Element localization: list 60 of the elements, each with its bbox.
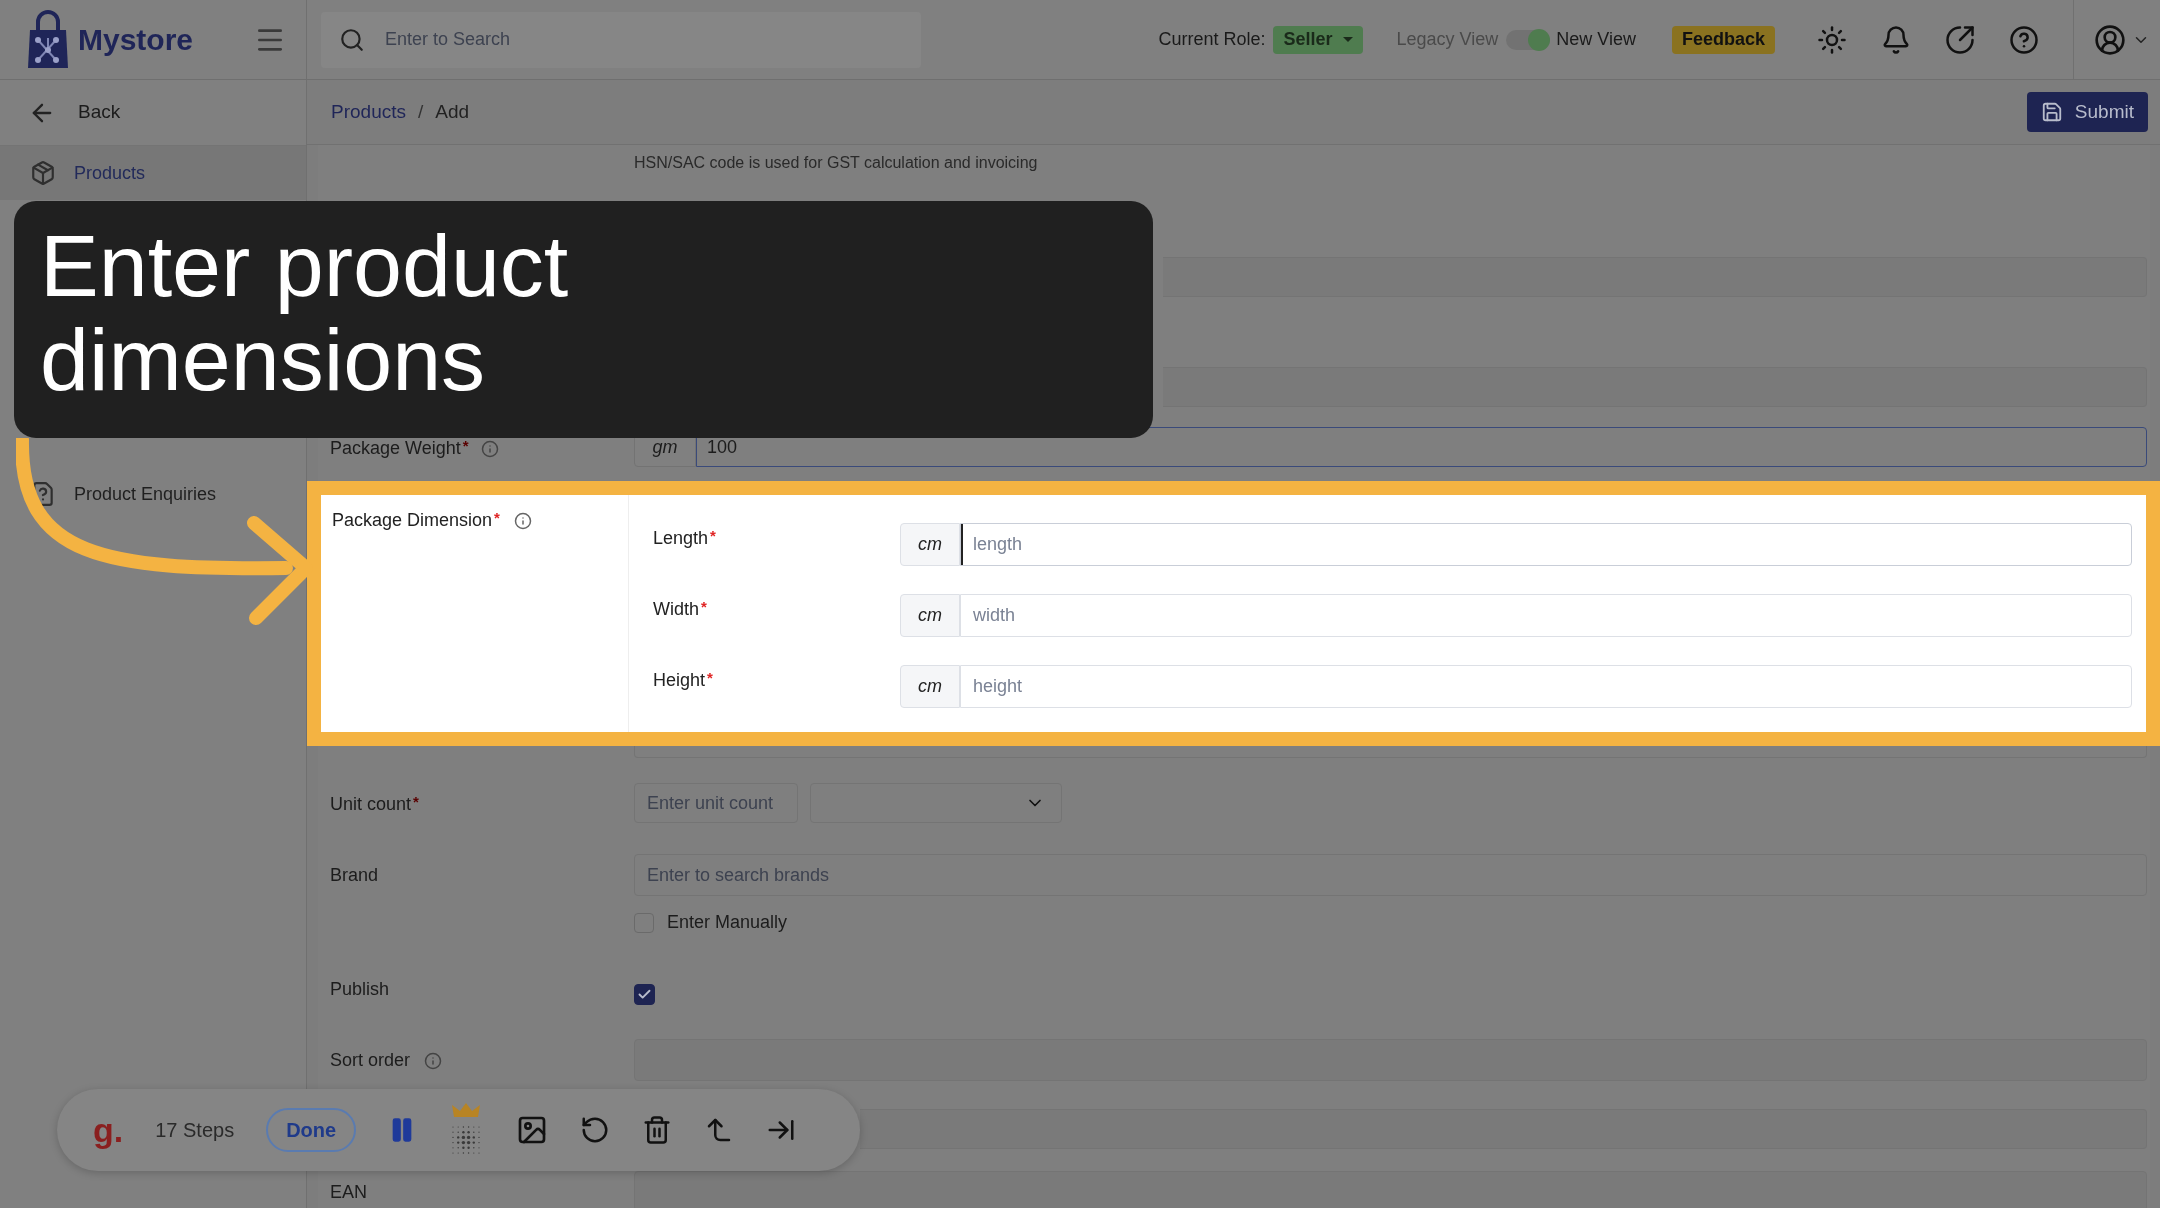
search-icon — [339, 26, 365, 53]
field-label: Unit count* — [330, 794, 419, 814]
bell-icon[interactable] — [1881, 24, 1911, 55]
checkbox-label: Enter Manually — [667, 911, 788, 934]
shopping-bag-logo-icon — [26, 9, 70, 70]
help-icon[interactable] — [2009, 24, 2039, 55]
field-label: Package Weight* — [330, 438, 499, 458]
dimension-label: Width* — [653, 599, 707, 619]
sidebar-item[interactable]: Product Enquiries — [0, 467, 306, 521]
caret-icon — [1342, 37, 1353, 42]
dimension-input[interactable]: width — [960, 594, 2132, 637]
required-mark: * — [710, 527, 716, 544]
save-icon — [2040, 101, 2063, 123]
sun-icon[interactable] — [1817, 24, 1847, 55]
search-field[interactable]: Enter to Search — [321, 11, 921, 68]
brand-name: Mystore — [78, 22, 194, 58]
sidebar-item[interactable]: Products — [0, 146, 306, 200]
breadcrumb-separator: / — [418, 99, 424, 124]
field-label: Package Dimension* — [332, 510, 532, 530]
required-mark: * — [707, 669, 713, 686]
required-mark: * — [413, 793, 419, 810]
check-icon — [637, 987, 652, 1002]
step-count: 17 Steps — [155, 1118, 235, 1143]
unit-addon: cm — [900, 665, 960, 708]
breadcrumb-current: Add — [435, 99, 470, 124]
dimension-input[interactable]: length — [960, 523, 2132, 566]
field-label: EAN — [330, 1182, 367, 1202]
dimension-label: Length* — [653, 528, 716, 548]
external-link-icon[interactable] — [1945, 24, 1975, 55]
info-icon — [424, 1052, 443, 1071]
dimension-label: Height* — [653, 670, 713, 690]
required-mark: * — [494, 509, 500, 526]
breadcrumb-link[interactable]: Products — [331, 97, 406, 127]
brand-search-input[interactable]: Enter to search brands — [634, 854, 2147, 896]
field-label: Brand — [330, 865, 379, 885]
caption-text: Enter product dimensions — [40, 219, 570, 407]
field-label: Publish — [330, 979, 390, 999]
field-label: Sort order — [330, 1050, 443, 1070]
required-mark: * — [701, 598, 707, 615]
info-icon — [513, 512, 532, 531]
box-icon — [30, 160, 56, 186]
hint-text: HSN/SAC code is used for GST calculation and invoicing — [634, 154, 1038, 171]
submit-button[interactable]: Submit — [2026, 92, 2148, 132]
done-button[interactable]: Done — [266, 1108, 357, 1152]
user-avatar-icon[interactable] — [2094, 23, 2126, 56]
required-mark: * — [462, 437, 469, 454]
unit-count-input[interactable]: Enter unit count — [634, 783, 798, 823]
publish-checkbox[interactable] — [634, 984, 655, 1005]
unit-addon: cm — [900, 523, 960, 566]
input-field[interactable] — [634, 1171, 2147, 1208]
recorder-logo: g. — [93, 1113, 124, 1147]
new-view-label: New View — [1556, 28, 1636, 51]
role-dropdown[interactable]: Seller — [1273, 25, 1363, 54]
unit-addon: cm — [900, 594, 960, 637]
dimension-input[interactable]: height — [960, 665, 2132, 708]
role-label: Current Role: — [1158, 28, 1266, 51]
feedback-button[interactable]: Feedback — [1671, 25, 1775, 54]
info-icon — [480, 440, 499, 459]
view-toggle[interactable] — [1506, 29, 1551, 50]
weight-input[interactable]: 100 — [696, 427, 2147, 467]
